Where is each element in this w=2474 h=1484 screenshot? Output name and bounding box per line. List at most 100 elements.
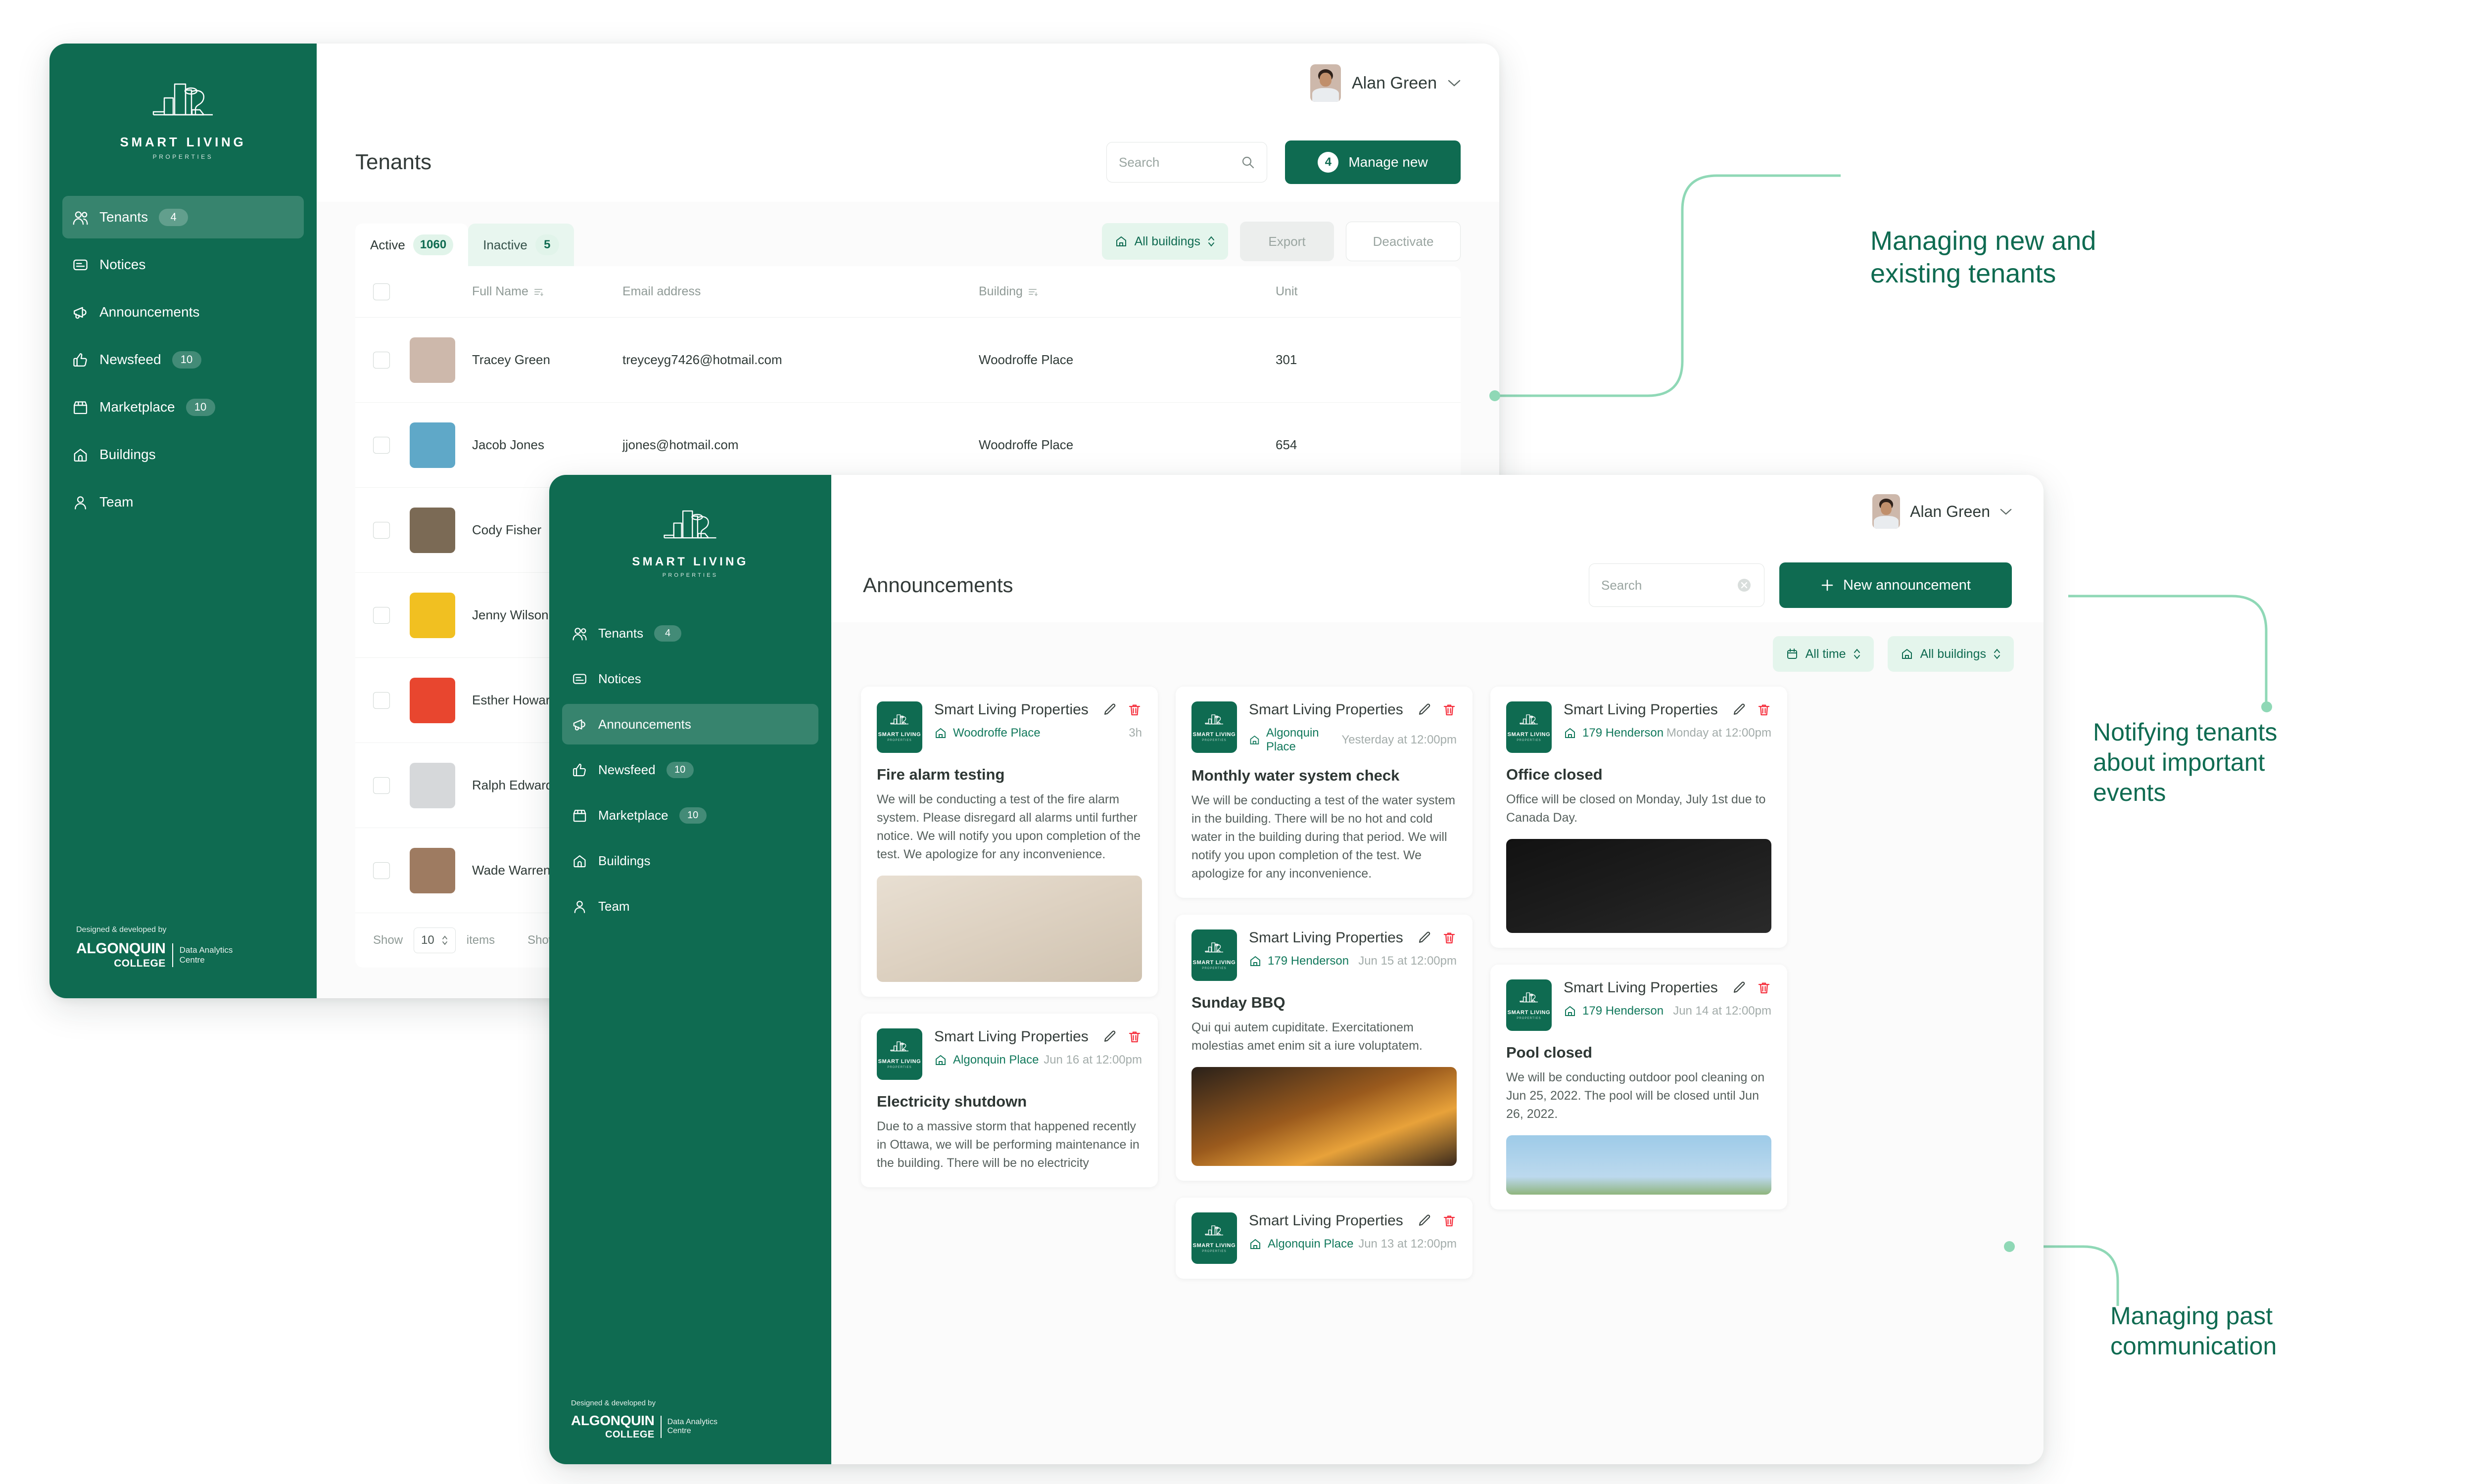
search-input[interactable]: Search [1589,563,1764,607]
tab-active[interactable]: Active 1060 [355,224,469,266]
announcement-building[interactable]: 179 Henderson [1249,954,1349,968]
sidebar-item-notices[interactable]: Notices [62,243,304,286]
search-input[interactable]: Search [1106,142,1267,183]
announcement-card[interactable]: SMART LIVING PROPERTIES Smart Living Prope… [1176,687,1473,898]
sort-icon[interactable] [1028,287,1038,297]
announcement-building[interactable]: Algonquin Place [1249,726,1341,754]
edit-pencil-icon[interactable] [1732,980,1747,995]
sidebar-item-announcements[interactable]: Announcements [62,291,304,333]
col-building[interactable]: Building [979,284,1276,299]
delete-trash-icon[interactable] [1442,702,1457,717]
org-logo-sub: PROPERTIES [1202,967,1227,970]
card-org-row: Smart Living Properties [1249,929,1457,946]
edit-pencil-icon[interactable] [1417,1213,1432,1228]
sidebar-item-label: Notices [598,671,641,686]
tab-inactive[interactable]: Inactive 5 [468,224,574,266]
sidebar-item-tenants[interactable]: Tenants 4 [62,196,304,238]
time-filter[interactable]: All time [1772,636,1874,672]
card-org-row: Smart Living Properties [1564,701,1771,718]
announcement-org: Smart Living Properties [1564,701,1718,718]
page-size-select[interactable]: 10 [414,928,456,953]
sidebar-item-team[interactable]: Team [62,481,304,523]
delete-trash-icon[interactable] [1757,702,1771,717]
announcement-building[interactable]: 179 Henderson [1564,1004,1664,1018]
delete-trash-icon[interactable] [1442,930,1457,945]
sidebar-item-newsfeed[interactable]: Newsfeed 10 [562,749,818,790]
sidebar-item-buildings[interactable]: Buildings [562,840,818,881]
edit-pencil-icon[interactable] [1102,1029,1117,1044]
users-icon [572,626,587,641]
delete-trash-icon[interactable] [1757,980,1771,995]
edit-pencil-icon[interactable] [1417,702,1432,717]
tenants-table-actions: All buildings Export Deactivate [1101,222,1461,266]
announcement-card[interactable]: SMART LIVING PROPERTIES Smart Living Prope… [1176,915,1473,1181]
buildings-filter[interactable]: All buildings [1101,223,1228,260]
row-checkbox[interactable] [373,351,390,369]
sort-icon[interactable] [533,287,543,297]
announcement-building[interactable]: Algonquin Place [934,1053,1039,1067]
tenant-email: treyceyg7426@hotmail.com [622,352,782,367]
row-checkbox[interactable] [373,692,390,709]
announcement-building[interactable]: Woodroffe Place [934,726,1041,740]
delete-trash-icon[interactable] [1127,1029,1142,1044]
thumbs-up-icon [572,762,587,778]
chevron-down-icon[interactable] [1448,79,1461,87]
sidebar-item-team[interactable]: Team [562,886,818,927]
app-logo: SMART LIVING PROPERTIES [49,44,317,165]
search-icon[interactable] [1241,155,1255,169]
sidebar-nav: Tenants 4 Notices Announcements Newsfeed 10 Ma… [49,196,317,523]
callout-2-line-3: events [2093,779,2166,806]
announcement-building[interactable]: Algonquin Place [1249,1237,1353,1251]
delete-trash-icon[interactable] [1442,1213,1457,1228]
announcement-body: We will be conducting a test of the wate… [1191,793,1456,881]
announcement-card[interactable]: SMART LIVING PROPERTIES Smart Living Prope… [1176,1198,1473,1279]
app-logo: SMART LIVING PROPERTIES [549,475,831,582]
tab-inactive-count: 5 [535,234,559,255]
row-checkbox[interactable] [373,862,390,879]
edit-pencil-icon[interactable] [1102,702,1117,717]
centre-line-1: Data Analytics [179,945,233,955]
tab-inactive-label: Inactive [483,237,527,252]
edit-pencil-icon[interactable] [1732,702,1747,717]
sidebar-item-tenants[interactable]: Tenants 4 [562,613,818,653]
sidebar-item-badge: 10 [679,807,707,824]
closed-sign-photo [1506,839,1771,933]
sidebar-item-marketplace[interactable]: Marketplace 10 [562,795,818,835]
chevron-down-icon[interactable] [2000,508,2012,515]
callout-2-line-2: about important [2093,748,2265,776]
edit-pencil-icon[interactable] [1417,930,1432,945]
show-label: Show [373,933,403,947]
row-checkbox[interactable] [373,521,390,539]
new-announcement-button[interactable]: New announcement [1779,562,2012,608]
announcement-card[interactable]: SMART LIVING PROPERTIES Smart Living Prope… [861,1014,1158,1187]
user-menu[interactable]: Alan Green [1872,494,2012,529]
deactivate-button[interactable]: Deactivate [1346,222,1461,261]
close-icon[interactable] [1736,577,1752,593]
row-checkbox[interactable] [373,777,390,794]
sidebar-item-marketplace[interactable]: Marketplace 10 [62,386,304,428]
row-checkbox[interactable] [373,436,390,454]
announcement-card[interactable]: SMART LIVING PROPERTIES Smart Living Prope… [1490,965,1787,1209]
announcement-title: Fire alarm testing [877,766,1005,783]
delete-trash-icon[interactable] [1127,702,1142,717]
sidebar-item-buildings[interactable]: Buildings [62,433,304,476]
org-logo-sub: PROPERTIES [1202,739,1227,742]
buildings-filter[interactable]: All buildings [1887,636,2014,672]
announcement-building[interactable]: 179 Henderson [1564,726,1664,740]
sidebar-item-notices[interactable]: Notices [562,658,818,699]
card-header-text: Smart Living Properties Algonquin Place Ju… [1249,1212,1457,1251]
announcement-body: Qui qui autem cupiditate. Exercitationem… [1191,1020,1423,1053]
sidebar-item-newsfeed[interactable]: Newsfeed 10 [62,338,304,381]
row-checkbox[interactable] [373,606,390,624]
col-full-name[interactable]: Full Name [390,284,622,299]
manage-new-button[interactable]: 4 Manage new [1285,140,1461,184]
algonquin-college-logo: ALGONQUIN COLLEGE Data Analytics Centre [571,1414,831,1440]
home-icon [572,853,587,869]
select-all-checkbox[interactable] [373,283,390,300]
announcement-card[interactable]: SMART LIVING PROPERTIES Smart Living Prope… [861,687,1158,997]
user-menu[interactable]: Alan Green [1310,64,1461,102]
export-button[interactable]: Export [1240,222,1334,261]
announcement-card[interactable]: SMART LIVING PROPERTIES Smart Living Prope… [1490,687,1787,948]
sidebar-item-announcements[interactable]: Announcements [562,704,818,744]
table-row[interactable]: Tracey Green treyceyg7426@hotmail.com Wood… [355,318,1461,403]
